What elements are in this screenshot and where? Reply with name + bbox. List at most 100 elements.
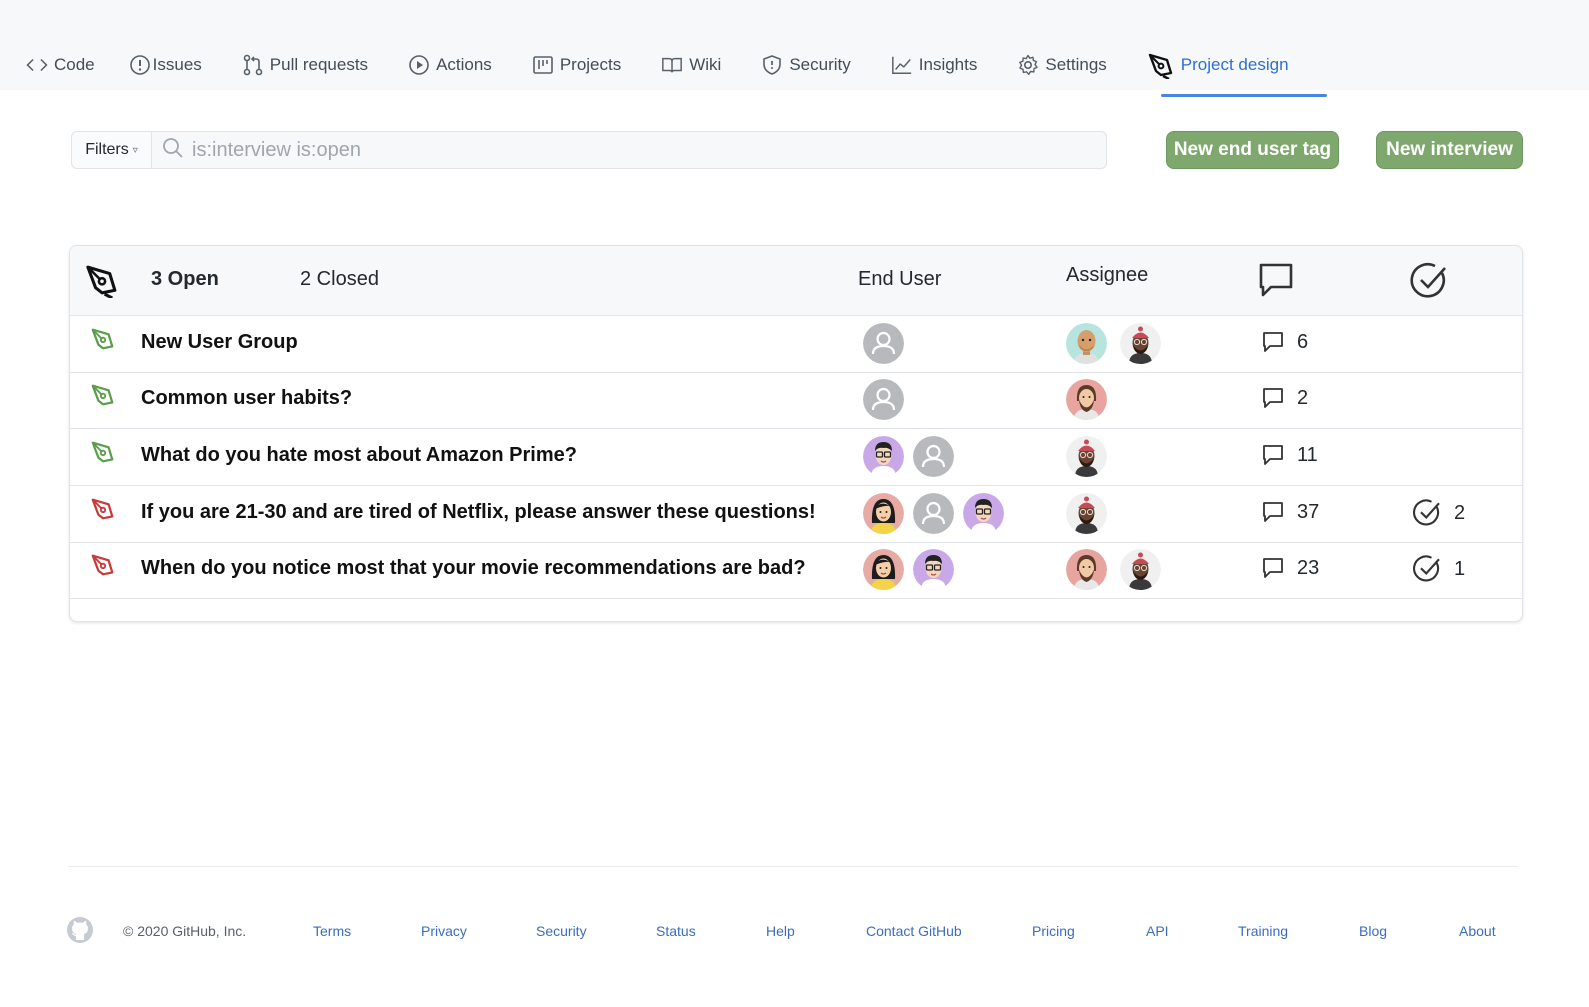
table-row[interactable]: What do you hate most about Amazon Prime…: [70, 429, 1522, 486]
avatar[interactable]: [863, 549, 904, 590]
footer-link-privacy[interactable]: Privacy: [421, 923, 467, 939]
end-user-avatars: [863, 549, 963, 590]
open-status-icon: [90, 382, 116, 408]
book-icon: [661, 54, 683, 76]
interview-title[interactable]: What do you hate most about Amazon Prime…: [141, 444, 577, 467]
footer-link-contact[interactable]: Contact GitHub: [866, 923, 962, 939]
closed-status-icon: [90, 496, 116, 522]
table-row[interactable]: New User Group 6: [70, 316, 1522, 373]
check-count[interactable]: 1: [1412, 554, 1465, 584]
avatar[interactable]: [1066, 549, 1107, 590]
comment-icon: [1261, 556, 1285, 580]
avatar[interactable]: [913, 436, 954, 477]
tab-issues[interactable]: Issues: [129, 50, 202, 80]
check-circle-icon[interactable]: [1409, 261, 1449, 301]
issue-icon: [129, 54, 151, 76]
new-interview-button[interactable]: New interview: [1376, 131, 1523, 169]
footer-link-pricing[interactable]: Pricing: [1032, 923, 1075, 939]
avatar[interactable]: [863, 493, 904, 534]
tab-label: Actions: [436, 55, 492, 74]
comment-icon: [1261, 330, 1285, 354]
caret-down-icon: ▿: [132, 144, 138, 156]
interview-title[interactable]: Common user habits?: [141, 387, 352, 410]
tab-wiki[interactable]: Wiki: [661, 50, 721, 80]
footer-link-status[interactable]: Status: [656, 923, 696, 939]
footer-link-api[interactable]: API: [1146, 923, 1169, 939]
footer-link-training[interactable]: Training: [1238, 923, 1288, 939]
avatar[interactable]: [913, 493, 954, 534]
assignee-column-header[interactable]: Assignee: [1066, 264, 1148, 287]
comment-count[interactable]: 11: [1261, 443, 1318, 467]
table-row[interactable]: If you are 21-30 and are tired of Netfli…: [70, 486, 1522, 543]
comment-icon[interactable]: [1257, 261, 1295, 299]
graph-icon: [891, 54, 913, 76]
filter-bar: Filters ▿: [71, 131, 1107, 169]
assignee-avatars: [1066, 436, 1116, 477]
comment-count[interactable]: 23: [1261, 556, 1319, 580]
footer-link-terms[interactable]: Terms: [313, 923, 351, 939]
tab-code[interactable]: Code: [26, 50, 95, 80]
footer-link-blog[interactable]: Blog: [1359, 923, 1387, 939]
avatar[interactable]: [1120, 549, 1161, 590]
comment-count[interactable]: 37: [1261, 500, 1319, 524]
tab-insights[interactable]: Insights: [891, 50, 978, 80]
avatar[interactable]: [913, 549, 954, 590]
new-end-user-tag-button[interactable]: New end user tag: [1166, 131, 1339, 169]
comment-count-value: 11: [1297, 443, 1318, 466]
search-input[interactable]: [192, 138, 992, 162]
avatar[interactable]: [863, 323, 904, 364]
footer-link-security[interactable]: Security: [536, 923, 587, 939]
closed-status-icon: [90, 552, 116, 578]
check-count[interactable]: 2: [1412, 498, 1465, 528]
project-board-icon: [532, 54, 554, 76]
closed-filter-link[interactable]: 2 Closed: [300, 268, 379, 291]
github-logo-icon[interactable]: [66, 916, 94, 944]
tab-label: Project design: [1180, 55, 1289, 74]
comment-icon: [1261, 386, 1285, 410]
tab-actions[interactable]: Actions: [408, 50, 492, 80]
shield-icon: [761, 54, 783, 76]
gear-icon: [1017, 54, 1039, 76]
tab-label: Insights: [918, 55, 978, 74]
search-box: [152, 132, 1106, 168]
end-user-avatars: [863, 436, 963, 477]
tab-security[interactable]: Security: [761, 50, 851, 80]
filters-dropdown[interactable]: Filters ▿: [72, 132, 152, 168]
repo-nav-bar: Code Issues Pull requests Actions Projec…: [0, 0, 1589, 97]
interview-title[interactable]: When do you notice most that your movie …: [141, 557, 806, 580]
tab-label: Security: [789, 55, 851, 74]
avatar[interactable]: [1066, 323, 1107, 364]
comment-icon: [1261, 500, 1285, 524]
comment-icon: [1261, 443, 1285, 467]
end-user-column-header[interactable]: End User: [858, 268, 941, 291]
avatar[interactable]: [863, 379, 904, 420]
pen-nib-icon: [84, 262, 120, 300]
avatar[interactable]: [1066, 493, 1107, 534]
avatar[interactable]: [863, 436, 904, 477]
repo-tabs: Code Issues Pull requests Actions Projec…: [26, 50, 1329, 97]
avatar[interactable]: [963, 493, 1004, 534]
tab-project-design[interactable]: Project design: [1147, 50, 1327, 97]
comment-count[interactable]: 6: [1261, 330, 1308, 354]
footer-link-about[interactable]: About: [1459, 923, 1496, 939]
comment-count[interactable]: 2: [1261, 386, 1308, 410]
comment-count-value: 23: [1297, 556, 1320, 579]
filters-label: Filters: [85, 141, 129, 158]
avatar[interactable]: [1066, 379, 1107, 420]
assignee-avatars: [1066, 379, 1116, 420]
tab-settings[interactable]: Settings: [1017, 50, 1107, 80]
open-filter-link[interactable]: 3 Open: [151, 268, 219, 291]
check-circle-icon: [1412, 498, 1442, 528]
footer-divider: [68, 866, 1518, 867]
table-row[interactable]: Common user habits? 2: [70, 372, 1522, 429]
table-row[interactable]: When do you notice most that your movie …: [70, 542, 1522, 599]
tab-projects[interactable]: Projects: [532, 50, 621, 80]
avatar[interactable]: [1120, 323, 1161, 364]
interview-title[interactable]: New User Group: [141, 331, 298, 354]
tab-pull-requests[interactable]: Pull requests: [242, 50, 368, 80]
comment-count-value: 6: [1297, 330, 1309, 353]
interview-title[interactable]: If you are 21-30 and are tired of Netfli…: [141, 501, 816, 524]
assignee-avatars: [1066, 549, 1170, 590]
footer-link-help[interactable]: Help: [766, 923, 795, 939]
avatar[interactable]: [1066, 436, 1107, 477]
